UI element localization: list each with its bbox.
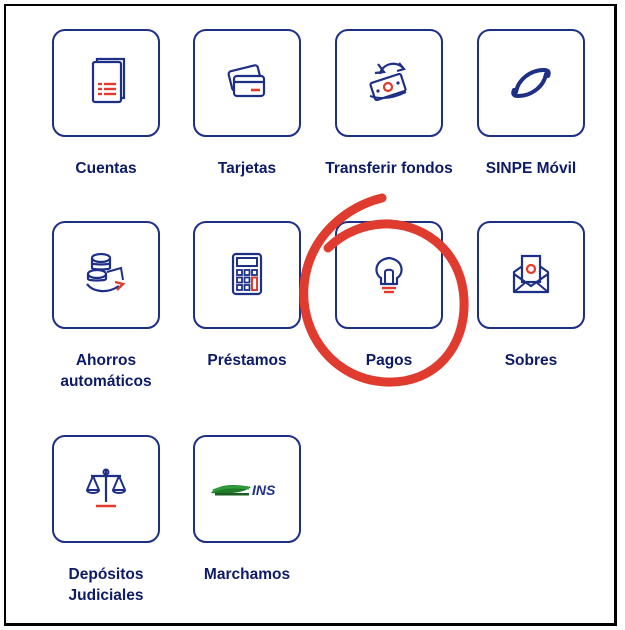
cuentas-button[interactable]: [52, 29, 160, 137]
sinpe-movil-button[interactable]: [477, 29, 585, 137]
depositos-label-line1: Depósitos: [68, 566, 144, 583]
cuentas-label[interactable]: Cuentas: [31, 158, 181, 179]
transferir-fondos-label[interactable]: Transferir fondos: [314, 158, 464, 179]
sobres-label[interactable]: Sobres: [456, 350, 606, 371]
prestamos-button[interactable]: [193, 221, 301, 329]
ahorros-automaticos-label[interactable]: Ahorros automáticos: [31, 350, 181, 392]
tarjetas-label[interactable]: Tarjetas: [172, 158, 322, 179]
envelope-money-icon: [512, 254, 550, 294]
pagos-label[interactable]: Pagos: [314, 350, 464, 371]
ins-logo-text: INS: [252, 482, 276, 498]
calculator-icon: [231, 252, 263, 296]
lightbulb-icon: [375, 256, 403, 294]
prestamos-label[interactable]: Préstamos: [172, 350, 322, 371]
marchamos-button[interactable]: INS: [193, 435, 301, 543]
coins-savings-icon: [86, 252, 126, 293]
money-transfer-icon: [369, 62, 407, 102]
depositos-judiciales-button[interactable]: [52, 435, 160, 543]
scales-icon: [86, 468, 126, 508]
sobres-button[interactable]: [477, 221, 585, 329]
pagos-button[interactable]: [335, 221, 443, 329]
tarjetas-button[interactable]: [193, 29, 301, 137]
sinpe-logo-icon: [511, 67, 551, 99]
depositos-label-line2: Judiciales: [68, 587, 144, 604]
ins-logo-icon: INS: [211, 482, 276, 498]
document-list-icon: [91, 57, 126, 104]
ahorros-label-line2: automáticos: [60, 373, 152, 390]
ahorros-label-line1: Ahorros: [75, 352, 137, 369]
marchamos-label[interactable]: Marchamos: [172, 564, 322, 585]
sinpe-movil-label[interactable]: SINPE Móvil: [456, 158, 606, 179]
credit-cards-icon: [227, 64, 266, 98]
transferir-fondos-button[interactable]: [335, 29, 443, 137]
depositos-judiciales-label[interactable]: Depósitos Judiciales: [31, 564, 181, 606]
ahorros-automaticos-button[interactable]: [52, 221, 160, 329]
